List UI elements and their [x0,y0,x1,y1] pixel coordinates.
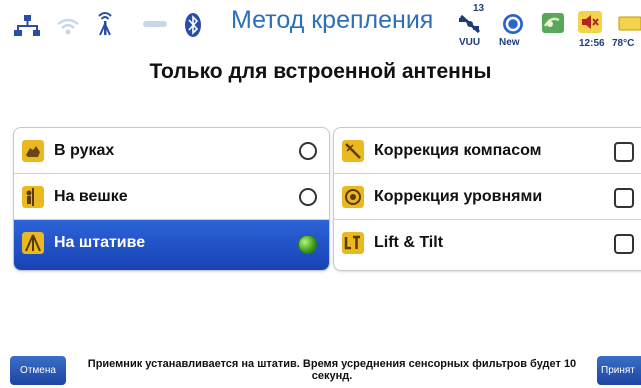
accept-button[interactable]: Принят [597,356,641,385]
mount-option-hands[interactable]: В руках [14,128,329,174]
radio-button[interactable] [299,142,317,160]
correction-options-list: Коррекция компасом Коррекция уровнями Li… [334,128,641,270]
clock: 12:56 [579,38,605,49]
mount-option-label: В руках [54,142,115,159]
satellite-count: 13 [473,3,485,14]
pole-icon [22,186,44,208]
map-icon[interactable] [541,12,565,34]
volume-mute-icon[interactable] [577,10,603,34]
satellite-label: VUU [459,37,481,48]
subtitle: Только для встроенной антенны [149,60,492,83]
checkbox[interactable] [614,142,634,162]
mount-method-list: В руках На вешке На штативе [14,128,329,270]
correction-lift-tilt[interactable]: Lift & Tilt [334,220,641,266]
radio-button[interactable] [299,188,317,206]
battery-icon[interactable] [618,16,641,32]
hands-icon [22,140,44,162]
mount-option-tripod[interactable]: На штативе [14,220,329,270]
satellite-icon[interactable] [457,12,483,36]
network-icon[interactable] [14,14,40,38]
cancel-button[interactable]: Отмена [10,356,66,385]
level-icon [342,186,364,208]
new-label: New [499,37,520,48]
status-bar: Метод крепления 13 VUU New 12:56 78°C [0,0,641,52]
correction-label: Lift & Tilt [374,234,444,251]
correction-level[interactable]: Коррекция уровнями [334,174,641,220]
tripod-icon [22,232,44,254]
new-badge-icon[interactable] [502,13,524,35]
lift-tilt-icon [342,232,364,254]
temperature: 78°C [612,38,635,49]
correction-label: Коррекция компасом [374,142,542,159]
radio-antenna-icon[interactable] [96,10,114,38]
compass-icon [342,140,364,162]
page-title: Метод крепления [231,6,434,34]
correction-label: Коррекция уровнями [374,188,543,205]
checkbox[interactable] [614,188,634,208]
wifi-icon[interactable] [56,16,80,36]
bottom-bar: Отмена Приемник устанавливается на штати… [0,354,641,388]
link-icon[interactable] [142,18,168,30]
correction-compass[interactable]: Коррекция компасом [334,128,641,174]
mount-option-pole[interactable]: На вешке [14,174,329,220]
radio-button-selected[interactable] [298,235,317,254]
bluetooth-icon[interactable] [184,12,202,38]
status-hint: Приемник устанавливается на штатив. Врем… [87,358,577,382]
mount-option-label: На штативе [54,234,146,251]
mount-option-label: На вешке [54,188,128,205]
mount-method-screen: Метод крепления 13 VUU New 12:56 78°C То… [0,0,641,388]
checkbox[interactable] [614,234,634,254]
